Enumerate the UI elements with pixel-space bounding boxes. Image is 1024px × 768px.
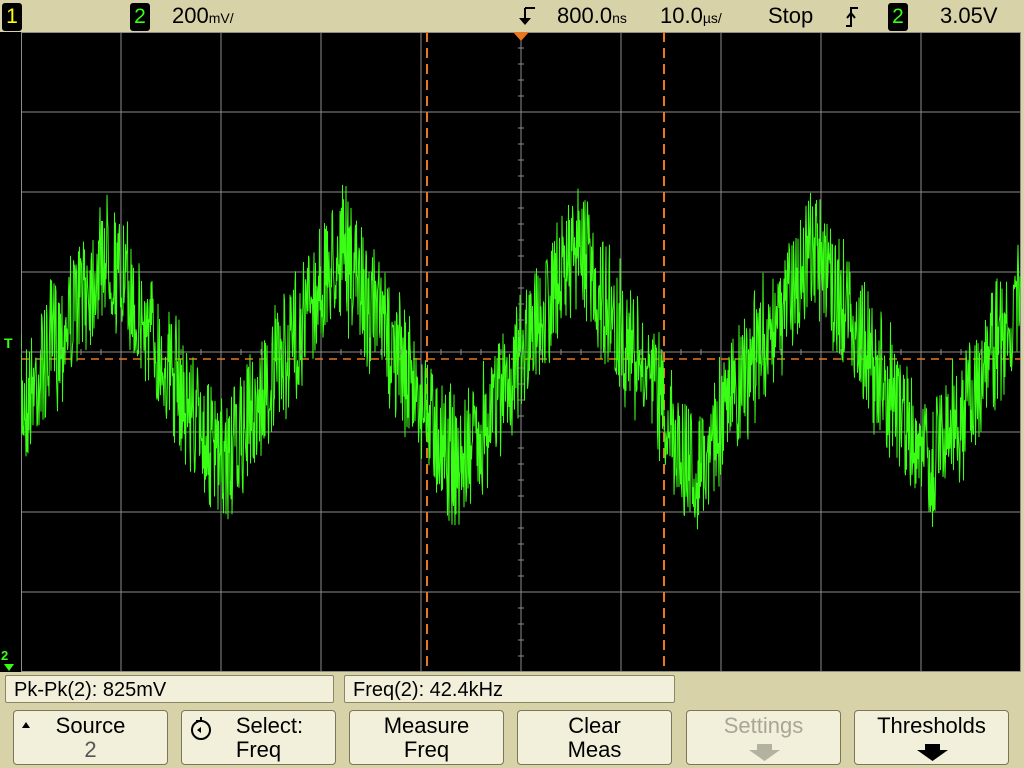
source-softkey[interactable]: Source 2 [13,710,168,765]
waveform-plot [21,32,1021,672]
measure-softkey-label: Measure [383,713,470,738]
select-softkey[interactable]: Select: Freq [181,710,336,765]
channel-1-indicator[interactable]: 1 [2,3,22,31]
trigger-delay-readout: 800.0ns [557,3,627,29]
run-state: Stop [768,3,814,28]
softkey-bar: Source 2 Select: Freq Measure Freq Clear… [0,706,1024,768]
channel-2-label: 2 [130,3,150,31]
trigger-delay-value: 800.0 [557,3,613,28]
ground-marker-number: 2 [1,648,9,663]
settings-softkey[interactable]: Settings [686,710,841,765]
trigger-source-label: 2 [888,3,908,31]
time-per-div-unit: µs/ [702,10,722,26]
trigger-position-marker [513,32,529,41]
ground-marker-icon [4,664,14,671]
source-softkey-value: 2 [84,737,97,762]
waveform-display[interactable] [21,32,1021,672]
time-per-div-readout: 10.0µs/ [660,3,722,29]
clear-meas-softkey[interactable]: Clear Meas [517,710,672,765]
select-softkey-label: Select: [235,713,304,738]
screen-left-margin: T 2 [0,32,21,672]
rising-edge-icon [844,6,860,32]
measurement-freq: Freq(2): 42.4kHz [344,675,675,703]
source-softkey-label: Source [55,713,126,738]
trigger-source-indicator[interactable]: 2 [888,3,908,31]
thresholds-softkey[interactable]: Thresholds [854,710,1009,765]
volts-per-div-readout: 200mV/ [172,3,234,29]
measurement-pk-pk: Pk-Pk(2): 825mV [5,675,334,703]
select-softkey-value: Freq [235,737,282,762]
volts-per-div-value: 200 [172,3,209,28]
measure-softkey-value: Freq [403,737,450,762]
settings-softkey-label: Settings [723,713,804,738]
trigger-delay-icon [515,6,537,32]
channel-1-label: 1 [2,3,22,31]
clear-softkey-label: Clear [568,713,621,738]
thresholds-softkey-label: Thresholds [877,713,986,738]
trigger-level-marker: T [4,335,13,351]
measurement-bar: Pk-Pk(2): 825mV Freq(2): 42.4kHz [0,672,1024,706]
down-arrow-icon [749,744,780,761]
clear-softkey-value: Meas [567,737,622,762]
measure-freq-softkey[interactable]: Measure Freq [349,710,504,765]
channel-2-indicator[interactable]: 2 [130,3,150,31]
time-per-div-value: 10.0 [660,3,703,28]
down-arrow-icon [917,744,948,761]
trigger-delay-unit: ns [612,10,627,26]
volts-per-div-unit: mV/ [208,10,234,26]
status-bar: 1 2 200mV/ 800.0ns 10.0µs/ Stop 2 3.05V [0,0,1024,32]
trigger-level: 3.05V [940,3,998,28]
